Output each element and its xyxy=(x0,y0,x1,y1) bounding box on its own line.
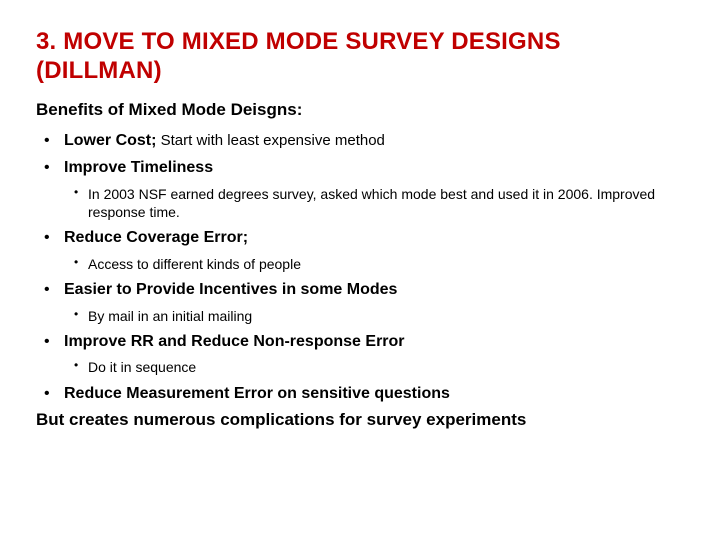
list-item: Reduce Measurement Error on sensitive qu… xyxy=(36,383,684,405)
list-item: Lower Cost; Start with least expensive m… xyxy=(36,130,684,152)
item-bold: Improve RR and Reduce Non-response Error xyxy=(64,333,405,350)
benefits-list: Lower Cost; Start with least expensive m… xyxy=(36,130,684,405)
sub-list: Do it in sequence xyxy=(64,358,684,376)
sub-list: Access to different kinds of people xyxy=(64,255,684,273)
sub-list: In 2003 NSF earned degrees survey, asked… xyxy=(64,185,684,221)
list-item: Reduce Coverage Error; Access to differe… xyxy=(36,227,684,273)
item-bold: Lower Cost; xyxy=(64,132,156,149)
list-item: Easier to Provide Incentives in some Mod… xyxy=(36,279,684,325)
item-bold: Reduce Measurement Error on sensitive qu… xyxy=(64,385,450,402)
list-item: Improve Timeliness In 2003 NSF earned de… xyxy=(36,157,684,221)
item-bold: Reduce Coverage Error; xyxy=(64,229,248,246)
sub-list: By mail in an initial mailing xyxy=(64,307,684,325)
slide-subtitle: Benefits of Mixed Mode Deisgns: xyxy=(36,100,684,120)
sub-item: By mail in an initial mailing xyxy=(64,307,684,325)
list-item: Improve RR and Reduce Non-response Error… xyxy=(36,331,684,377)
sub-item: Do it in sequence xyxy=(64,358,684,376)
closing-text: But creates numerous complications for s… xyxy=(36,410,684,430)
item-bold: Easier to Provide Incentives in some Mod… xyxy=(64,281,397,298)
sub-item: In 2003 NSF earned degrees survey, asked… xyxy=(64,185,684,221)
item-detail: Start with least expensive method xyxy=(156,132,384,149)
sub-item: Access to different kinds of people xyxy=(64,255,684,273)
item-bold: Improve Timeliness xyxy=(64,159,213,176)
slide-title: 3. MOVE TO MIXED MODE SURVEY DESIGNS (DI… xyxy=(36,28,684,86)
